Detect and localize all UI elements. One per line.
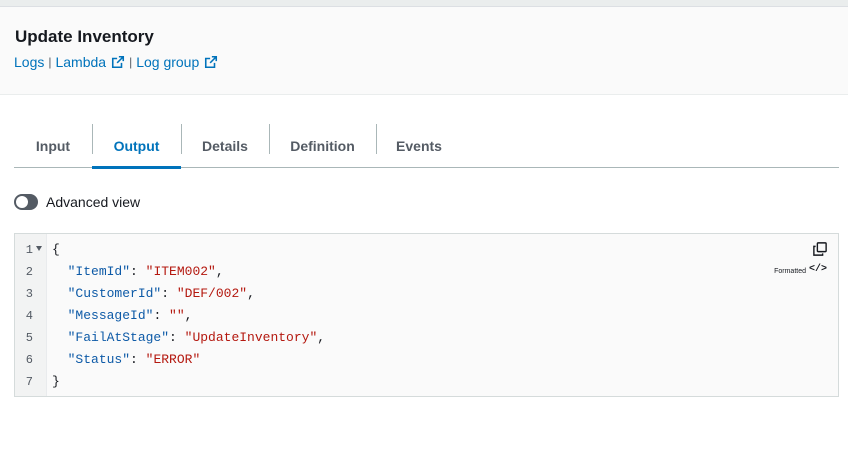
fold-arrow-icon[interactable] — [36, 246, 42, 251]
link-separator: | — [129, 55, 133, 69]
open-brace: { — [52, 242, 60, 257]
line-number: 1 — [25, 243, 33, 257]
page-title: Update Inventory — [15, 27, 154, 46]
json-key: "ItemId" — [67, 264, 131, 279]
code-icon[interactable]: </> — [809, 264, 827, 275]
logs-link[interactable]: Logs — [14, 54, 44, 70]
formatted-label: Formatted — [774, 268, 806, 275]
advanced-view-toggle[interactable] — [14, 194, 38, 210]
json-key: "Status" — [67, 352, 131, 367]
tab-output[interactable]: Output — [92, 124, 181, 169]
page-header: Update Inventory Logs | Lambda | Log gro… — [0, 7, 848, 95]
lambda-link-label: Lambda — [55, 54, 107, 70]
log-group-link[interactable]: Log group — [136, 54, 218, 70]
advanced-view-label: Advanced view — [46, 194, 141, 210]
tab-bar: Input Output Details Definition Events — [14, 124, 839, 169]
line-number: 5 — [25, 331, 33, 345]
json-key: "CustomerId" — [67, 286, 162, 301]
code-line: "Status": "ERROR" — [67, 352, 201, 367]
tab-definition[interactable]: Definition — [269, 124, 376, 167]
tab-events[interactable]: Events — [376, 124, 462, 167]
json-key: "MessageId" — [67, 308, 154, 323]
code-line: "FailAtStage": "UpdateInventory", — [67, 330, 326, 345]
code-line: } — [52, 374, 60, 389]
copy-icon[interactable] — [813, 242, 827, 256]
lambda-link[interactable]: Lambda — [55, 54, 125, 70]
line-number: 4 — [25, 309, 33, 323]
code-line: { — [52, 242, 60, 257]
log-group-link-label: Log group — [136, 54, 200, 70]
json-output-editor[interactable]: 1 2 3 4 5 6 7 { "ItemId": "ITEM002", "Cu… — [14, 233, 839, 397]
json-value: "ITEM002" — [145, 264, 216, 279]
tab-input[interactable]: Input — [14, 124, 92, 167]
json-value: "DEF/002" — [176, 286, 248, 301]
json-value: "UpdateInventory" — [184, 330, 318, 345]
link-separator: | — [48, 55, 52, 69]
line-number: 3 — [25, 287, 33, 301]
json-value: "ERROR" — [145, 352, 201, 367]
tab-details[interactable]: Details — [181, 124, 269, 167]
json-key: "FailAtStage" — [67, 330, 170, 345]
line-number-gutter: 1 2 3 4 5 6 7 — [15, 234, 47, 396]
toggle-knob — [16, 196, 28, 208]
line-number: 7 — [25, 375, 33, 389]
advanced-view-toggle-row: Advanced view — [14, 194, 140, 210]
line-number: 6 — [25, 353, 33, 367]
logs-link-label: Logs — [14, 54, 45, 70]
line-number: 2 — [25, 265, 33, 279]
top-bar — [0, 0, 848, 7]
close-brace: } — [52, 374, 60, 389]
external-link-icon — [205, 55, 218, 69]
code-line: "MessageId": "", — [67, 308, 193, 323]
external-link-icon — [112, 55, 125, 69]
json-value: "" — [169, 308, 185, 323]
code-line: "CustomerId": "DEF/002", — [67, 286, 255, 301]
resource-links: Logs | Lambda | Log group — [14, 54, 218, 70]
code-line: "ItemId": "ITEM002", — [67, 264, 224, 279]
